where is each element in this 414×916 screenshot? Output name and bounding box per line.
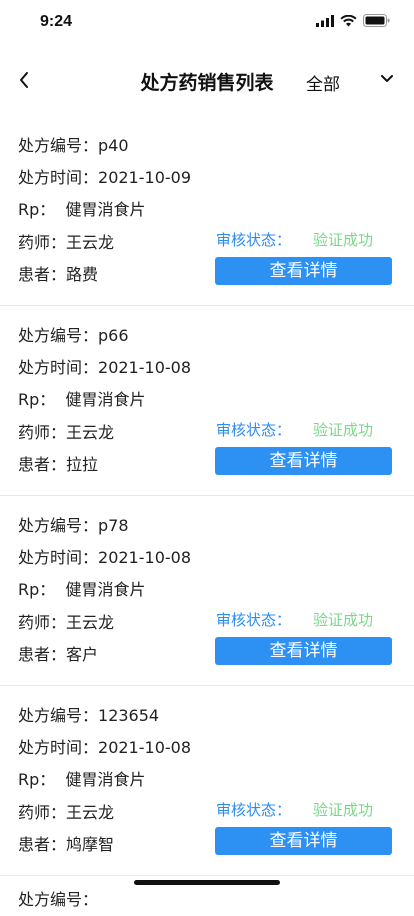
patient-row: 患者：客户 [18,641,98,665]
status-icons [316,14,390,27]
page-title: 处方药销售列表 [140,72,274,94]
pharmacist-value: 王云龙 [66,613,115,632]
time-row: 处方时间：2021-10-08 [18,354,191,378]
pharmacist-row: 药师：王云龙 [18,799,114,823]
patient-value: 客户 [66,645,99,664]
pharmacist-value: 王云龙 [66,803,115,822]
time-value: 2021-10-09 [98,168,191,187]
time-value: 2021-10-08 [98,358,191,377]
rp-value: 健胃消食片 [65,770,146,789]
pharmacist-label: 药师： [18,423,67,442]
code-row: 处方编号：123654 [18,702,159,726]
list-item: 处方编号：p40 处方时间：2021-10-09 Rp： 健胃消食片 药师：王云… [0,116,414,306]
time-value: 2021-10-08 [98,548,191,567]
rp-label: Rp： [18,200,56,219]
code-value: 123654 [98,706,160,725]
review-status-value: 验证成功 [313,801,374,819]
rp-row: Rp： 健胃消食片 [18,576,145,600]
patient-value: 拉拉 [66,455,99,474]
signal-icon [316,14,334,27]
time-row: 处方时间：2021-10-08 [18,544,191,568]
review-status-label: 审核状态： [216,801,292,819]
list-item: 处方编号：123654 处方时间：2021-10-08 Rp： 健胃消食片 药师… [0,686,414,876]
code-value: p78 [98,516,129,535]
rp-row: Rp： 健胃消食片 [18,386,145,410]
patient-row: 患者：路费 [18,261,98,285]
time-label: 处方时间： [18,358,99,377]
code-label: 处方编号： [18,136,99,155]
rp-label: Rp： [18,770,56,789]
pharmacist-label: 药师： [18,613,67,632]
patient-label: 患者： [18,455,67,474]
patient-label: 患者： [18,835,67,854]
review-status-value: 验证成功 [313,611,374,629]
patient-row: 患者：鸠摩智 [18,831,114,855]
list-item: 处方编号：p66 处方时间：2021-10-08 Rp： 健胃消食片 药师：王云… [0,306,414,496]
pharmacist-row: 药师：王云龙 [18,229,114,253]
code-value: p66 [98,326,129,345]
code-value: p40 [98,136,129,155]
code-label: 处方编号： [18,706,99,725]
patient-value: 鸠摩智 [66,835,115,854]
pharmacist-label: 药师： [18,233,67,252]
status-bar: 9:24 [0,0,414,46]
time-value: 2021-10-08 [98,738,191,757]
status-time: 9:24 [40,13,73,30]
code-row: 处方编号：p78 [18,512,129,536]
time-label: 处方时间： [18,168,99,187]
view-details-button[interactable]: 查看详情 [215,257,392,285]
prescription-list: 处方编号：p40 处方时间：2021-10-09 Rp： 健胃消食片 药师：王云… [0,116,414,916]
patient-label: 患者： [18,265,67,284]
time-row: 处方时间：2021-10-09 [18,164,191,188]
patient-label: 患者： [18,645,67,664]
review-status-label: 审核状态： [216,231,292,249]
rp-value: 健胃消食片 [65,390,146,409]
nav-bar: 处方药销售列表 全部 [0,46,414,116]
rp-row: Rp： 健胃消食片 [18,196,145,220]
rp-label: Rp： [18,390,56,409]
time-label: 处方时间： [18,738,99,757]
patient-row: 患者：拉拉 [18,451,98,475]
rp-label: Rp： [18,580,56,599]
chevron-down-icon[interactable] [380,74,394,84]
wifi-icon [340,14,357,26]
patient-value: 路费 [66,265,99,284]
review-status-label: 审核状态： [216,611,292,629]
pharmacist-label: 药师： [18,803,67,822]
time-label: 处方时间： [18,548,99,567]
rp-value: 健胃消食片 [65,200,146,219]
code-row: 处方编号：p40 [18,132,129,156]
review-status-value: 验证成功 [313,231,374,249]
rp-row: Rp： 健胃消食片 [18,766,145,790]
code-label: 处方编号： [18,890,99,909]
pharmacist-value: 王云龙 [66,423,115,442]
rp-value: 健胃消食片 [65,580,146,599]
pharmacist-row: 药师：王云龙 [18,419,114,443]
battery-icon [363,14,390,27]
list-item: 处方编号：p78 处方时间：2021-10-08 Rp： 健胃消食片 药师：王云… [0,496,414,686]
filter-select[interactable]: 全部 [306,70,340,95]
pharmacist-value: 王云龙 [66,233,115,252]
time-row: 处方时间：2021-10-08 [18,734,191,758]
code-label: 处方编号： [18,326,99,345]
view-details-button[interactable]: 查看详情 [215,637,392,665]
view-details-button[interactable]: 查看详情 [215,827,392,855]
review-status-value: 验证成功 [313,421,374,439]
view-details-button[interactable]: 查看详情 [215,447,392,475]
pharmacist-row: 药师：王云龙 [18,609,114,633]
code-label: 处方编号： [18,516,99,535]
code-row: 处方编号：p66 [18,322,129,346]
home-indicator[interactable] [134,880,280,885]
review-status-label: 审核状态： [216,421,292,439]
